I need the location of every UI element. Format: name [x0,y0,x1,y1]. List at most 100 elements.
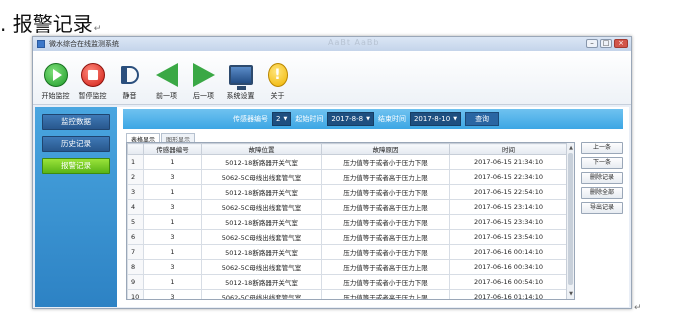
delete-record-button[interactable]: 删除记录 [581,172,623,184]
next-item-label: 后一项 [193,92,214,100]
end-time-picker[interactable]: 2017-8-10 ▼ [409,112,462,126]
fault-reason-cell: 压力值等于或者小于压力下限 [321,184,450,200]
table-row[interactable]: 3 1 5012-18断路器开关气室 压力值等于或者小于压力下限 2017-06-15 … [127,184,568,200]
system-settings-button[interactable]: 系统设置 [222,62,259,101]
about-button[interactable]: ! 关于 [259,62,296,101]
chevron-down-icon: ▼ [453,116,458,122]
title-bar[interactable]: 微水综合在线监测系统 AaBt AaBb – □ × [33,37,631,51]
pause-monitor-label: 暂停监控 [78,92,107,100]
fault-reason-cell: 压力值等于或者高于压力上限 [321,169,450,185]
delete-all-button[interactable]: 删除全部 [581,187,623,199]
sensor-id-cell: 1 [143,244,202,260]
fault-location-cell: 5062-5C母线出线套管气室 [201,199,322,215]
sensor-id-cell: 1 [143,154,202,170]
query-button[interactable]: 查询 [465,112,500,126]
app-window: 微水综合在线监测系统 AaBt AaBb – □ × 开始监控 暂停监控 静音 … [32,36,632,309]
time-cell: 2017-06-16 00:34:10 [449,259,568,275]
fault-reason-cell: 压力值等于或者高于压力上限 [321,199,450,215]
pause-monitor-button[interactable]: 暂停监控 [74,62,111,101]
system-settings-label: 系统设置 [226,92,255,100]
fault-reason-cell: 压力值等于或者高于压力上限 [321,289,450,299]
previous-record-button[interactable]: 上一条 [581,142,623,154]
heading-text: . 报警记录 [0,12,93,36]
table-row[interactable]: 8 3 5062-5C母线出线套管气室 压力值等于或者高于压力上限 2017-06-16… [127,259,568,275]
time-cell: 2017-06-16 01:14:10 [449,289,568,299]
paragraph-end-mark: ↵ [634,303,642,313]
time-cell: 2017-06-15 21:34:10 [449,154,568,170]
start-monitor-button[interactable]: 开始监控 [37,62,74,101]
table-row[interactable]: 2 3 5062-5C母线出线套管气室 压力值等于或者高于压力上限 2017-06-15… [127,169,568,185]
sensor-id-cell: 1 [143,274,202,290]
row-index: 3 [127,184,144,200]
fault-location-cell: 5012-18断路器开关气室 [201,154,322,170]
scroll-down-icon[interactable]: ▼ [568,290,574,298]
previous-item-label: 前一项 [156,92,177,100]
start-time-value: 2017-8-8 [331,115,364,123]
row-index: 5 [127,214,144,230]
sidebar-item-monitor-data[interactable]: 监控数据 [42,114,110,130]
next-record-button[interactable]: 下一条 [581,157,623,169]
scroll-up-icon[interactable]: ▲ [568,144,574,152]
fault-reason-cell: 压力值等于或者小于压力下限 [321,244,450,260]
row-index: 8 [127,259,144,275]
table-row[interactable]: 1 1 5012-18断路器开关气室 压力值等于或者小于压力下限 2017-06-15 … [127,154,568,170]
start-monitor-label: 开始监控 [41,92,70,100]
column-header-sensor-id[interactable]: 传感器编号 [143,143,202,155]
sensor-id-cell: 3 [143,169,202,185]
fault-reason-cell: 压力值等于或者小于压力下限 [321,274,450,290]
table-row[interactable]: 10 3 5062-5C母线出线套管气室 压力值等于或者高于压力上限 2017-06-1… [127,289,568,299]
mute-label: 静音 [122,92,137,100]
chevron-down-icon: ▼ [366,116,370,122]
fault-location-cell: 5012-18断路器开关气室 [201,274,322,290]
toolbar: 开始监控 暂停监控 静音 前一项 后一项 系统设置 ! 关于 [33,51,631,105]
sensor-id-cell: 1 [143,214,202,230]
chevron-down-icon: ▼ [283,116,288,122]
alarm-table-frame: 传感器编号 故障位置 故障原因 时间 1 1 5012-18断路器开关气室 压力值等于… [126,142,575,300]
time-cell: 2017-06-16 00:54:10 [449,274,568,290]
column-header-time[interactable]: 时间 [449,143,568,155]
column-header-fault-location[interactable]: 故障位置 [201,143,322,155]
fault-location-cell: 5062-5C母线出线套管气室 [201,169,322,185]
fault-location-cell: 5062-5C母线出线套管气室 [201,289,322,299]
minimize-button[interactable]: – [586,39,598,48]
sidebar-item-history[interactable]: 历史记录 [42,136,110,152]
sensor-select[interactable]: 2 ▼ [272,112,292,126]
fault-reason-cell: 压力值等于或者高于压力上限 [321,229,450,245]
previous-item-button[interactable]: 前一项 [148,62,185,101]
fault-location-cell: 5012-18断路器开关气室 [201,244,322,260]
table-row[interactable]: 6 3 5062-5C母线出线套管气室 压力值等于或者高于压力上限 2017-06-15… [127,229,568,245]
scroll-thumb[interactable] [568,153,573,285]
mute-button[interactable]: 静音 [111,62,148,101]
table-row[interactable]: 5 1 5012-18断路器开关气室 压力值等于或者小于压力下限 2017-06-15 … [127,214,568,230]
alarm-table: 传感器编号 故障位置 故障原因 时间 1 1 5012-18断路器开关气室 压力值等于… [127,143,568,299]
fault-reason-cell: 压力值等于或者小于压力下限 [321,154,450,170]
sidebar-item-alarm-records[interactable]: 报警记录 [42,158,110,174]
column-header-fault-reason[interactable]: 故障原因 [321,143,450,155]
sensor-id-cell: 3 [143,199,202,215]
row-index: 2 [127,169,144,185]
close-button[interactable]: × [614,39,628,48]
table-row[interactable]: 7 1 5012-18断路器开关气室 压力值等于或者小于压力下限 2017-06-16 … [127,244,568,260]
time-cell: 2017-06-15 23:14:10 [449,199,568,215]
table-scrollbar[interactable]: ▲ ▼ [566,143,574,299]
export-records-button[interactable]: 导出记录 [581,202,623,214]
arrow-left-icon [155,63,178,87]
start-time-picker[interactable]: 2017-8-8 ▼ [327,112,374,126]
table-row[interactable]: 4 3 5062-5C母线出线套管气室 压力值等于或者高于压力上限 2017-06-15… [127,199,568,215]
table-header-row: 传感器编号 故障位置 故障原因 时间 [127,143,568,155]
row-index: 10 [127,289,144,299]
document-heading: . 报警记录↵ [0,8,101,37]
maximize-button[interactable]: □ [600,39,612,48]
time-cell: 2017-06-15 23:34:10 [449,214,568,230]
sensor-id-cell: 3 [143,289,202,299]
next-item-button[interactable]: 后一项 [185,62,222,101]
app-icon [37,40,45,48]
stop-circle-icon [80,63,105,87]
time-cell: 2017-06-16 00:14:10 [449,244,568,260]
table-body: 1 1 5012-18断路器开关气室 压力值等于或者小于压力下限 2017-06-15 … [127,154,568,299]
about-label: 关于 [270,92,285,100]
table-row[interactable]: 9 1 5012-18断路器开关气室 压力值等于或者小于压力下限 2017-06-16 … [127,274,568,290]
speaker-mute-icon [120,63,140,87]
fault-location-cell: 5062-5C母线出线套管气室 [201,229,322,245]
fault-location-cell: 5062-5C母线出线套管气室 [201,259,322,275]
